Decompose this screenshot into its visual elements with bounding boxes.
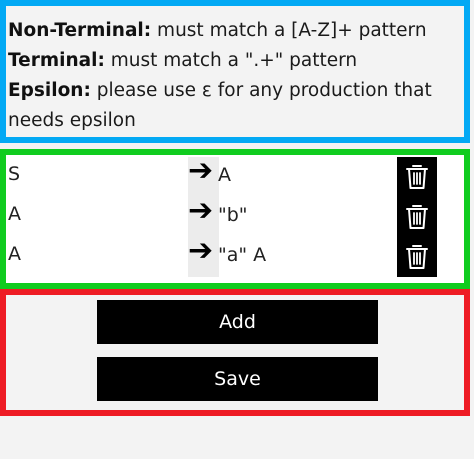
add-production-button[interactable]: Add xyxy=(97,300,378,344)
production-rhs[interactable]: "a" A xyxy=(218,244,266,266)
epsilon-rule-continued: needs epsilon xyxy=(8,110,136,131)
trash-icon xyxy=(406,245,428,269)
productions-panel: S ➔ A A ➔ "b" A ➔ "a" A xyxy=(0,149,470,289)
actions-panel: Add Save xyxy=(0,289,470,416)
production-lhs[interactable]: A xyxy=(8,203,21,225)
delete-production-button[interactable] xyxy=(397,157,437,197)
nonterminal-rule: Non-Terminal: must match a [A-Z]+ patter… xyxy=(8,16,462,46)
nonterminal-label: Non-Terminal: xyxy=(8,20,152,41)
delete-production-button[interactable] xyxy=(397,237,437,277)
delete-production-button[interactable] xyxy=(397,197,437,237)
production-lhs[interactable]: S xyxy=(8,163,20,185)
save-button[interactable]: Save xyxy=(97,357,378,401)
right-arrow-icon: ➔ xyxy=(188,193,214,228)
instructions-panel: Non-Terminal: must match a [A-Z]+ patter… xyxy=(0,0,470,143)
production-rhs[interactable]: "b" xyxy=(218,204,248,226)
right-arrow-icon: ➔ xyxy=(188,233,214,268)
right-arrow-icon: ➔ xyxy=(188,153,214,188)
production-row: A ➔ "b" xyxy=(6,193,464,237)
nonterminal-text: must match a [A-Z]+ pattern xyxy=(151,20,427,41)
terminal-text: must match a ".+" pattern xyxy=(104,50,358,71)
terminal-label: Terminal: xyxy=(8,50,105,71)
terminal-rule: Terminal: must match a ".+" pattern xyxy=(8,46,462,76)
epsilon-label: Epsilon: xyxy=(8,80,91,101)
production-row: A ➔ "a" A xyxy=(6,233,464,277)
production-row: S ➔ A xyxy=(6,153,464,197)
production-rhs[interactable]: A xyxy=(218,164,231,186)
epsilon-rule: Epsilon: please use ε for any production… xyxy=(8,76,462,106)
epsilon-text: please use ε for any production that xyxy=(90,80,432,101)
production-lhs[interactable]: A xyxy=(8,243,21,265)
trash-icon xyxy=(406,205,428,229)
trash-icon xyxy=(406,165,428,189)
